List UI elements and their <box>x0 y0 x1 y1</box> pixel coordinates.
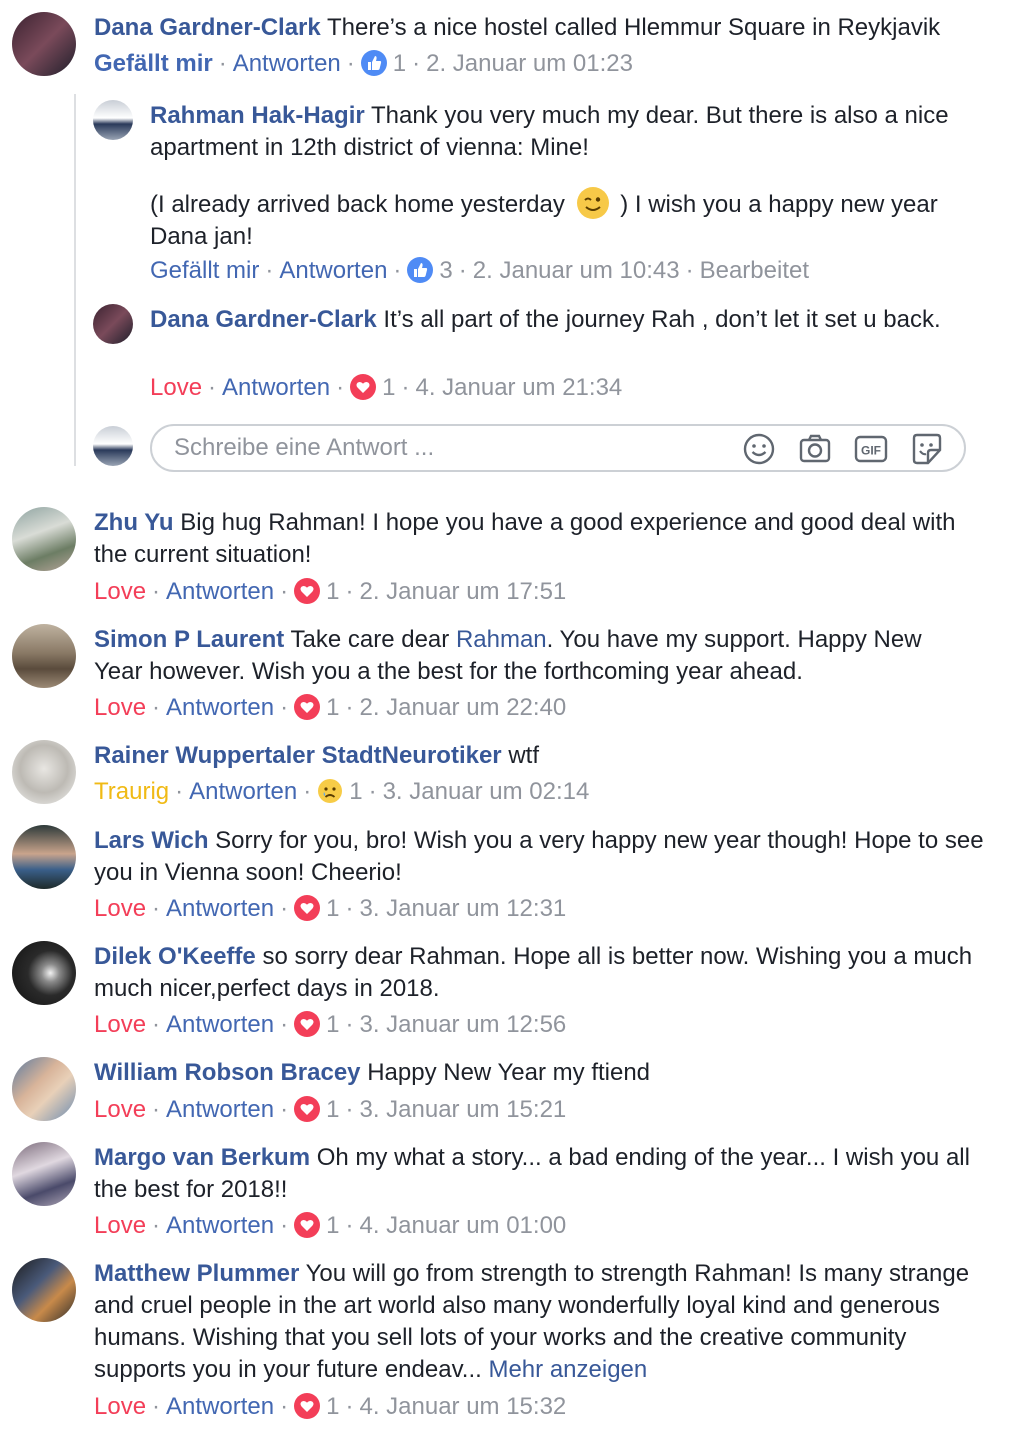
heart-icon[interactable] <box>294 1212 320 1238</box>
comment-text: Big hug Rahman! I hope you have a good e… <box>94 509 956 568</box>
avatar[interactable] <box>93 304 133 344</box>
heart-icon[interactable] <box>294 1096 320 1122</box>
camera-icon[interactable] <box>798 432 832 466</box>
timestamp[interactable]: 2. Januar um 10:43 <box>473 257 680 284</box>
gif-icon[interactable]: GIF <box>854 432 888 466</box>
edited-label[interactable]: Bearbeitet <box>700 257 809 284</box>
timestamp[interactable]: 3. Januar um 15:21 <box>359 1096 566 1123</box>
mention-link[interactable]: Rahman <box>456 626 547 653</box>
timestamp[interactable]: 4. Januar um 01:00 <box>359 1212 566 1239</box>
avatar[interactable] <box>12 740 76 804</box>
sticker-icon[interactable] <box>910 432 944 466</box>
reaction-count[interactable]: 1 <box>393 50 406 77</box>
love-button[interactable]: Love <box>94 694 146 721</box>
reaction-count[interactable]: 3 <box>439 257 452 284</box>
like-button[interactable]: Gefällt mir <box>94 50 213 77</box>
love-button[interactable]: Love <box>150 374 202 401</box>
comment-text: Take care dear <box>290 626 450 653</box>
heart-icon[interactable] <box>294 694 320 720</box>
author-name[interactable]: Simon P Laurent <box>94 626 284 653</box>
author-name[interactable]: Matthew Plummer <box>94 1260 299 1287</box>
thread-divider <box>74 94 76 466</box>
avatar[interactable] <box>12 507 76 571</box>
composer-avatar <box>93 426 133 466</box>
author-name[interactable]: Margo van Berkum <box>94 1144 310 1171</box>
timestamp[interactable]: 3. Januar um 02:14 <box>383 778 590 805</box>
like-button[interactable]: Gefällt mir <box>150 257 259 284</box>
love-button[interactable]: Love <box>94 578 146 605</box>
reply-button[interactable]: Antworten <box>166 1393 274 1420</box>
author-name[interactable]: Dana Gardner-Clark <box>94 14 321 41</box>
gif-label: GIF <box>861 444 881 458</box>
reaction-count[interactable]: 1 <box>326 895 339 922</box>
avatar[interactable] <box>12 1258 76 1322</box>
reply-button[interactable]: Antworten <box>166 694 274 721</box>
timestamp[interactable]: 3. Januar um 12:31 <box>359 895 566 922</box>
love-button[interactable]: Love <box>94 1096 146 1123</box>
reply-button[interactable]: Antworten <box>166 895 274 922</box>
reaction-count[interactable]: 1 <box>326 694 339 721</box>
timestamp[interactable]: 2. Januar um 17:51 <box>359 578 566 605</box>
reply-button[interactable]: Antworten <box>166 578 274 605</box>
avatar[interactable] <box>93 100 133 140</box>
comment-text: There’s a nice hostel called Hlemmur Squ… <box>326 14 941 41</box>
author-name[interactable]: Lars Wich <box>94 827 208 854</box>
timestamp[interactable]: 2. Januar um 22:40 <box>359 694 566 721</box>
author-name[interactable]: Rainer Wuppertaler StadtNeurotiker <box>94 742 502 769</box>
heart-icon[interactable] <box>350 374 376 400</box>
avatar[interactable] <box>12 941 76 1005</box>
love-button[interactable]: Love <box>94 1212 146 1239</box>
comment-text: It’s all part of the journey Rah , don’t… <box>383 306 941 333</box>
timestamp[interactable]: 3. Januar um 12:56 <box>359 1011 566 1038</box>
like-icon[interactable] <box>361 50 387 76</box>
heart-icon[interactable] <box>294 1393 320 1419</box>
reply-button[interactable]: Antworten <box>166 1096 274 1123</box>
author-name[interactable]: Zhu Yu <box>94 509 174 536</box>
avatar[interactable] <box>12 1142 76 1206</box>
author-name[interactable]: Dana Gardner-Clark <box>150 306 377 333</box>
reply-button[interactable]: Antworten <box>279 257 387 284</box>
smiley-icon[interactable] <box>742 432 776 466</box>
love-button[interactable]: Love <box>94 1393 146 1420</box>
author-name[interactable]: Rahman Hak-Hagir <box>150 102 365 129</box>
comment-text: wtf <box>508 742 539 769</box>
timestamp[interactable]: 4. Januar um 21:34 <box>415 374 622 401</box>
avatar[interactable] <box>12 1057 76 1121</box>
timestamp[interactable]: 2. Januar um 01:23 <box>426 50 633 77</box>
comment-text: Happy New Year my ftiend <box>367 1059 651 1086</box>
reaction-count[interactable]: 1 <box>326 578 339 605</box>
wink-emoji-icon <box>576 187 609 219</box>
reaction-count[interactable]: 1 <box>382 374 395 401</box>
reaction-count[interactable]: 1 <box>326 1011 339 1038</box>
reply-button[interactable]: Antworten <box>166 1212 274 1239</box>
like-icon[interactable] <box>407 257 433 283</box>
reply-button[interactable]: Antworten <box>189 778 297 805</box>
heart-icon[interactable] <box>294 895 320 921</box>
reaction-count[interactable]: 1 <box>326 1212 339 1239</box>
love-button[interactable]: Love <box>94 895 146 922</box>
heart-icon[interactable] <box>294 1011 320 1037</box>
reply-placeholder: Schreibe eine Antwort ... <box>174 434 435 461</box>
reply-button[interactable]: Antworten <box>222 374 330 401</box>
avatar[interactable] <box>12 624 76 688</box>
reaction-count[interactable]: 1 <box>326 1393 339 1420</box>
love-button[interactable]: Love <box>94 1011 146 1038</box>
author-name[interactable]: Dilek O'Keeffe <box>94 943 256 970</box>
sad-icon[interactable] <box>317 778 343 804</box>
comment-text: Sorry for you, bro! Wish you a very happ… <box>94 827 984 886</box>
avatar[interactable] <box>12 12 76 76</box>
reply-input[interactable]: Schreibe eine Antwort ... GIF <box>150 424 966 472</box>
timestamp[interactable]: 4. Januar um 15:32 <box>359 1393 566 1420</box>
author-name[interactable]: William Robson Bracey <box>94 1059 361 1086</box>
avatar[interactable] <box>12 825 76 889</box>
show-more-link[interactable]: Mehr anzeigen <box>488 1356 647 1383</box>
reply-button[interactable]: Antworten <box>233 50 341 77</box>
reply-button[interactable]: Antworten <box>166 1011 274 1038</box>
heart-icon[interactable] <box>294 578 320 604</box>
reaction-count[interactable]: 1 <box>326 1096 339 1123</box>
reaction-count[interactable]: 1 <box>349 778 362 805</box>
sad-button[interactable]: Traurig <box>94 778 169 805</box>
comment-text-part: (I already arrived back home yesterday <box>150 191 565 218</box>
